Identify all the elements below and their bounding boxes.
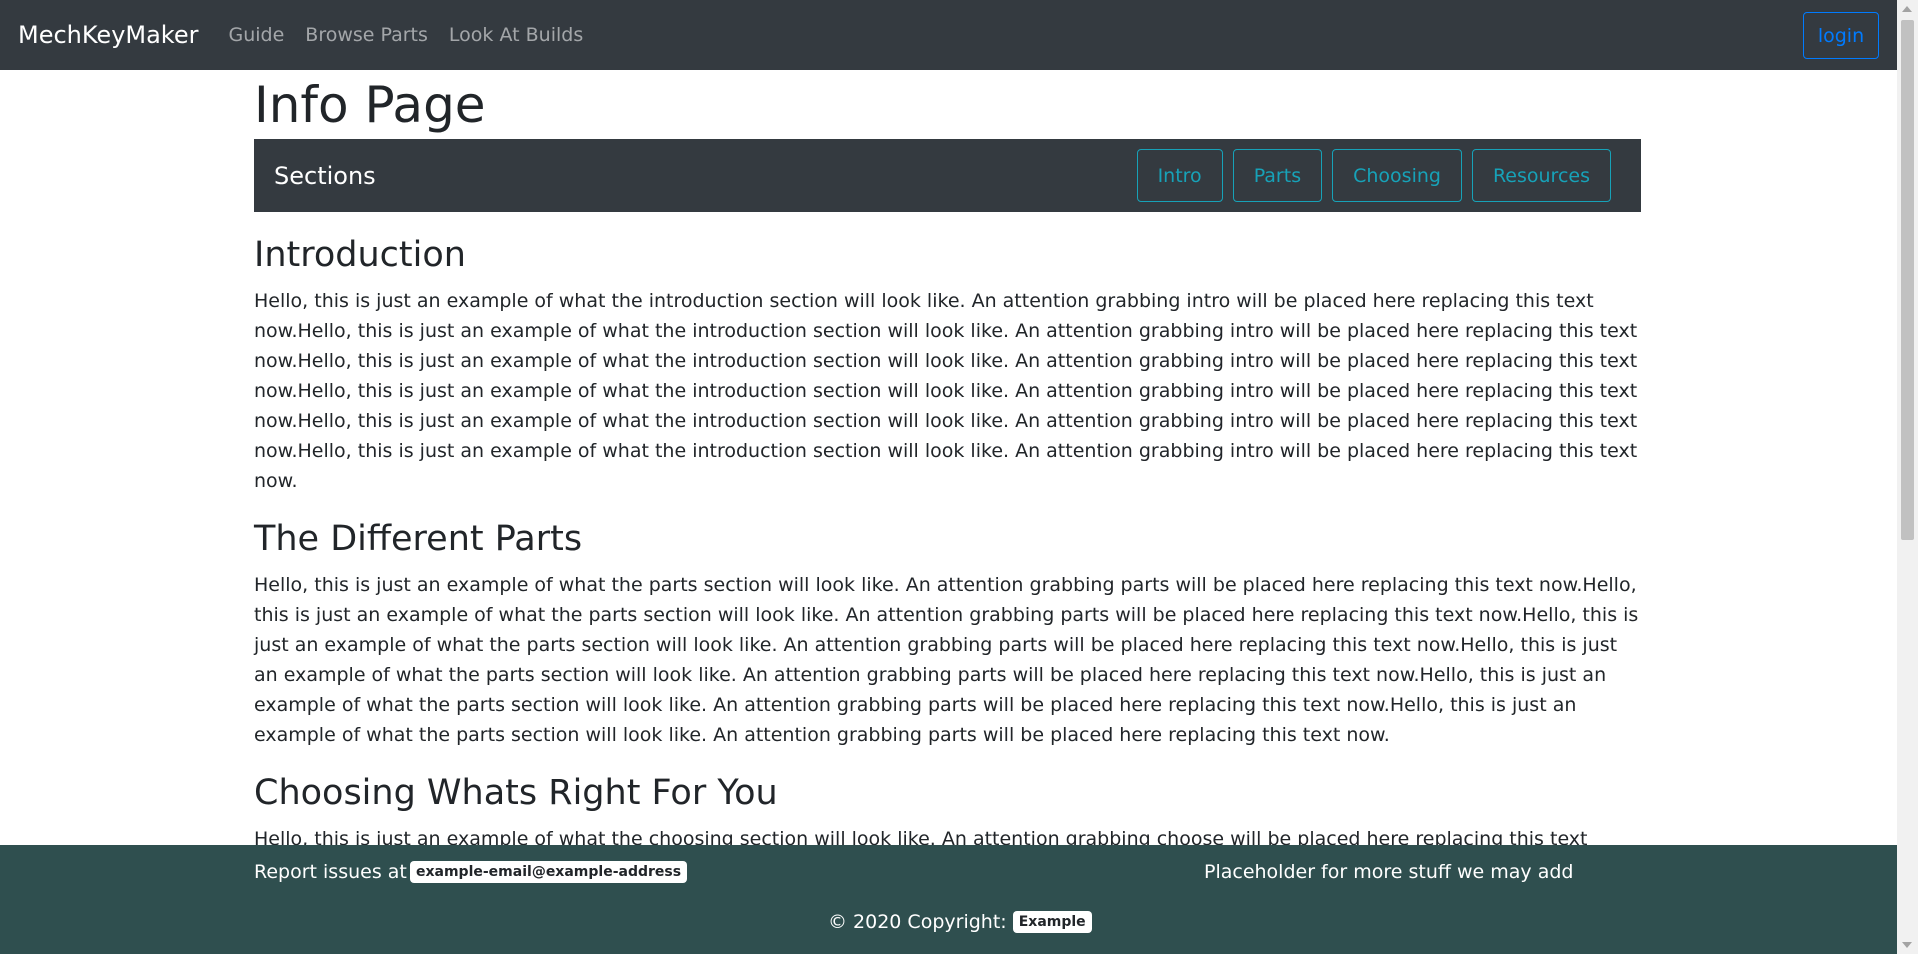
parts-text: Hello, this is just an example of what t… — [254, 574, 1639, 746]
scroll-up-icon[interactable] — [1902, 6, 1912, 12]
section-buttons: Intro Parts Choosing Resources — [1136, 149, 1611, 202]
resources-button[interactable]: Resources — [1471, 149, 1611, 202]
introduction-heading: Introduction — [254, 235, 466, 275]
email-badge[interactable]: example-email@example-address — [410, 861, 688, 883]
report-issues-label: Report issues at — [254, 861, 407, 883]
parts-button[interactable]: Parts — [1232, 149, 1323, 202]
choosing-button[interactable]: Choosing — [1332, 149, 1462, 202]
scroll-down-icon[interactable] — [1902, 942, 1912, 948]
login-button[interactable]: login — [1803, 12, 1879, 59]
vertical-scrollbar[interactable] — [1897, 0, 1918, 954]
introduction-text: Hello, this is just an example of what t… — [254, 290, 1638, 492]
scroll-thumb[interactable] — [1901, 20, 1914, 540]
footer-placeholder-text: Placeholder for more stuff we may add — [1204, 861, 1574, 883]
parts-section: The Different Parts Hello, this is just … — [254, 518, 1641, 750]
copyright-text: © 2020 Copyright: — [828, 911, 1007, 933]
choosing-heading: Choosing Whats Right For You — [254, 773, 778, 813]
top-navbar: MechKeyMaker Guide Browse Parts Look At … — [0, 0, 1897, 70]
introduction-section: Introduction Hello, this is just an exam… — [254, 234, 1641, 496]
brand-logo[interactable]: MechKeyMaker — [18, 21, 198, 49]
intro-button[interactable]: Intro — [1136, 149, 1223, 202]
nav-link-guide[interactable]: Guide — [228, 24, 284, 46]
nav-link-browse-parts[interactable]: Browse Parts — [305, 24, 428, 46]
sections-bar: Sections Intro Parts Choosing Resources — [254, 139, 1641, 212]
main-content: Info Page Sections Intro Parts Choosing … — [254, 70, 1641, 914]
footer: Report issues at example-email@example-a… — [0, 845, 1897, 954]
page-title: Info Page — [254, 76, 486, 134]
parts-heading: The Different Parts — [254, 519, 583, 559]
nav-link-look-at-builds[interactable]: Look At Builds — [449, 24, 583, 46]
copyright-badge[interactable]: Example — [1012, 911, 1092, 933]
copyright: © 2020 Copyright: Example — [828, 911, 1092, 933]
sections-label: Sections — [274, 161, 376, 190]
